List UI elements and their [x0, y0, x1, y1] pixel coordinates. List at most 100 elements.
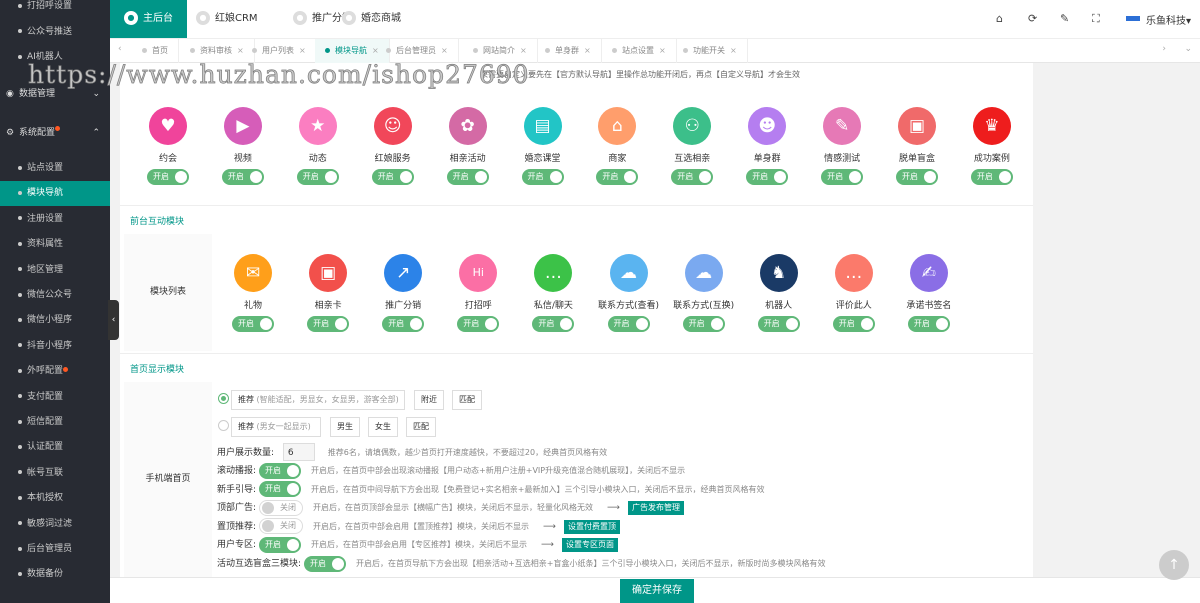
sidebar-item[interactable]: 微信小程序: [0, 308, 110, 333]
sidebar-item[interactable]: 敏感词过滤: [0, 512, 110, 537]
module-label: 评价此人: [835, 301, 872, 311]
module-toggle[interactable]: 开启: [521, 169, 564, 185]
close-icon[interactable]: ×: [584, 46, 591, 55]
top-tab[interactable]: ● 主后台: [110, 0, 187, 38]
sidebar-item[interactable]: 微信公众号: [0, 283, 110, 308]
close-icon[interactable]: ×: [730, 46, 737, 55]
match-button-2[interactable]: 匹配: [406, 417, 436, 437]
sidebar-item[interactable]: 资料属性: [0, 232, 110, 257]
user-menu[interactable]: 乐鱼科技▾: [1146, 12, 1191, 27]
setting-link-button[interactable]: 设置付费置顶: [563, 519, 620, 534]
page-tab[interactable]: 功能开关 ×: [673, 39, 748, 63]
module-label: 成功案例: [973, 154, 1010, 164]
module-icon: ✉: [234, 254, 272, 292]
page-tab[interactable]: 网站简介 ×: [463, 39, 538, 63]
sidebar-collapse-button[interactable]: ‹: [108, 300, 119, 340]
module-toggle[interactable]: 开启: [896, 169, 938, 185]
module-toggle[interactable]: 开启: [446, 169, 489, 185]
module-toggle[interactable]: 开启: [821, 169, 864, 185]
module-toggle[interactable]: 开启: [532, 316, 575, 332]
setting-toggle[interactable]: 开启: [304, 555, 347, 572]
sidebar-item[interactable]: 注册设置: [0, 207, 110, 232]
home-icon[interactable]: ⌂: [996, 12, 1003, 25]
user-count-input[interactable]: 6: [282, 443, 315, 461]
sidebar-item[interactable]: 本机授权: [0, 486, 110, 511]
sidebar-item[interactable]: 支付配置: [0, 385, 110, 410]
radio-option-2[interactable]: [218, 420, 229, 431]
setting-toggle[interactable]: 关闭: [259, 518, 304, 535]
sidebar-section-system[interactable]: ⚙ 系统配置 ⌃: [0, 118, 110, 148]
setting-toggle[interactable]: 开启: [259, 481, 302, 498]
module-toggle[interactable]: 开启: [607, 316, 650, 332]
setting-toggle[interactable]: 开启: [259, 462, 302, 479]
recommend-input-2[interactable]: 推荐 (男女一起显示): [231, 417, 321, 437]
module-label: 联系方式(互换): [673, 301, 735, 311]
sidebar-item[interactable]: 打招呼设置: [0, 0, 110, 19]
nearby-button[interactable]: 附近: [414, 390, 444, 410]
sidebar-item[interactable]: 外呼配置: [0, 359, 110, 384]
page-tab[interactable]: 用户列表 ×: [242, 39, 317, 63]
sidebar-item[interactable]: 站点设置: [0, 156, 110, 181]
fullscreen-icon[interactable]: ⛶: [1092, 12, 1100, 26]
sidebar-item[interactable]: 后台管理员: [0, 537, 110, 562]
module-toggle[interactable]: 开启: [307, 316, 350, 332]
back-to-top-icon[interactable]: ↑: [1159, 550, 1189, 580]
module-toggle[interactable]: 开启: [371, 169, 414, 185]
radio-option-1[interactable]: [218, 393, 229, 404]
module-toggle[interactable]: 开启: [596, 169, 639, 185]
gear-icon: ⚙: [6, 128, 15, 138]
setting-toggle[interactable]: 开启: [259, 536, 302, 553]
tabs-prev-icon[interactable]: ‹: [118, 44, 122, 54]
home-setting-row: 置顶推荐: 关闭 开启后，在首页中部会启用【置顶推荐】模块，关闭后不显示 ⟶ 设置付费置…: [217, 518, 620, 536]
setting-toggle[interactable]: 关闭: [259, 499, 304, 516]
home-setting-row: 活动互选盲盒三模块: 开启 开启后，在首页导航下方会出现【相亲活动+互选相亲+盲盒小…: [217, 555, 825, 573]
module-toggle[interactable]: 开启: [457, 316, 500, 332]
setting-link-button[interactable]: 设置专区页面: [561, 538, 618, 553]
sidebar-item[interactable]: 数据备份: [0, 562, 110, 587]
module-toggle[interactable]: 开启: [382, 316, 425, 332]
recommend-input-1[interactable]: 推荐 (智能适配，男显女，女显男，游客全部): [231, 390, 405, 410]
top-tab[interactable]: ● 婚恋商城: [342, 0, 401, 38]
module-label: 联系方式(查看): [597, 301, 660, 311]
tabs-next-icon[interactable]: ›: [1162, 44, 1166, 54]
close-icon[interactable]: ×: [659, 46, 666, 55]
page-tab[interactable]: 后台管理员 ×: [376, 39, 459, 63]
match-button[interactable]: 匹配: [452, 390, 482, 410]
male-button[interactable]: 男生: [330, 417, 360, 437]
sidebar-item[interactable]: 公众号推送: [0, 20, 110, 45]
module-toggle[interactable]: 开启: [671, 169, 714, 185]
top-tab[interactable]: ● 红娘CRM: [196, 0, 258, 38]
page-tab[interactable]: 站点设置 ×: [602, 39, 677, 63]
sidebar-item[interactable]: 短信配置: [0, 410, 110, 435]
module-toggle[interactable]: 开启: [232, 316, 274, 332]
close-icon[interactable]: ×: [299, 46, 306, 55]
module-toggle[interactable]: 开启: [907, 316, 950, 332]
sidebar-item[interactable]: 地区管理: [0, 258, 110, 283]
clear-cache-icon[interactable]: ✎: [1060, 12, 1069, 25]
module-toggle[interactable]: 开启: [757, 316, 800, 332]
close-icon[interactable]: ×: [441, 46, 448, 55]
sidebar-item[interactable]: 认证配置: [0, 435, 110, 460]
module-toggle[interactable]: 开启: [970, 169, 1013, 185]
sidebar-item[interactable]: 模块导航: [0, 181, 110, 207]
module-toggle[interactable]: 开启: [147, 169, 189, 185]
sidebar-item[interactable]: 抖音小程序: [0, 334, 110, 359]
module-icon: ▣: [898, 107, 936, 145]
refresh-icon[interactable]: ⟳: [1028, 12, 1037, 25]
page-tab[interactable]: 单身群 ×: [535, 39, 602, 63]
sidebar-item[interactable]: AI机器人: [0, 45, 110, 70]
module-toggle[interactable]: 开启: [296, 169, 339, 185]
save-button[interactable]: 确定并保存: [620, 579, 694, 603]
module-toggle[interactable]: 开启: [221, 169, 264, 185]
page-tab[interactable]: 首页: [132, 39, 179, 63]
sidebar-item[interactable]: 帐号互联: [0, 461, 110, 486]
sidebar-item-label: 地区管理: [27, 264, 64, 275]
close-icon[interactable]: ×: [520, 46, 527, 55]
setting-link-button[interactable]: 广告发布管理: [627, 501, 684, 516]
module-toggle[interactable]: 开启: [682, 316, 725, 332]
sidebar-section-data[interactable]: ◉ 数据管理 ⌄: [0, 79, 110, 109]
module-toggle[interactable]: 开启: [832, 316, 875, 332]
female-button[interactable]: 女生: [368, 417, 398, 437]
tabs-dropdown-icon[interactable]: ⌄: [1184, 44, 1192, 54]
module-toggle[interactable]: 开启: [746, 169, 789, 185]
